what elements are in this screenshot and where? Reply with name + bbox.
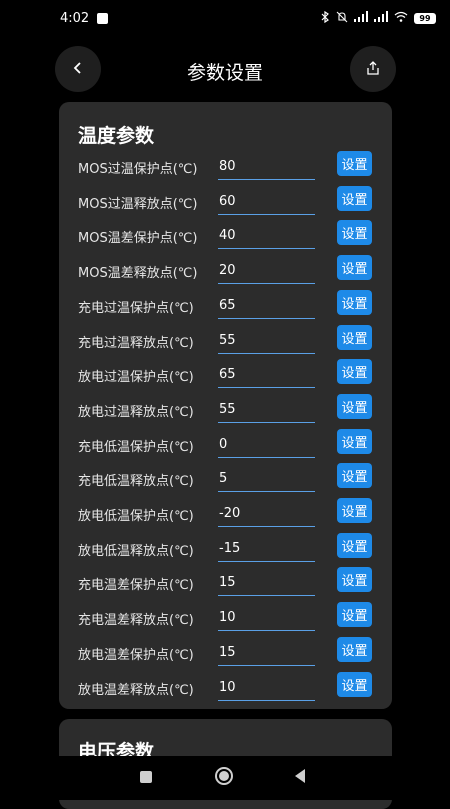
mute-bell-icon <box>336 11 348 26</box>
set-button[interactable]: 设置 <box>337 567 372 593</box>
param-label: 放电温差保护点(℃) <box>78 647 194 663</box>
square-icon <box>139 769 153 788</box>
signal-icon <box>354 11 368 25</box>
set-button[interactable]: 设置 <box>337 151 372 176</box>
param-label: 放电温差释放点(℃) <box>78 682 194 698</box>
share-icon <box>366 60 380 79</box>
nav-back-button[interactable] <box>290 768 310 788</box>
param-value-input[interactable] <box>218 466 315 493</box>
param-value-input[interactable] <box>218 362 315 389</box>
param-label: MOS温差保护点(℃) <box>78 231 198 247</box>
share-button[interactable] <box>350 46 396 92</box>
set-button[interactable]: 设置 <box>337 498 372 523</box>
param-label: 放电过温释放点(℃) <box>78 404 194 420</box>
param-row: 放电温差释放点(℃) 设置 <box>59 671 392 705</box>
set-button[interactable]: 设置 <box>337 671 372 697</box>
notification-icon <box>97 12 109 24</box>
param-value-input[interactable] <box>218 639 315 666</box>
param-value-input[interactable] <box>218 674 315 701</box>
param-label: 放电过温保护点(℃) <box>78 370 194 386</box>
set-button[interactable]: 设置 <box>337 463 372 489</box>
param-row: 充电低温保护点(℃) 设置 <box>59 428 392 462</box>
param-label: 充电温差保护点(℃) <box>78 578 194 594</box>
param-row: 放电温差保护点(℃) 设置 <box>59 636 392 670</box>
param-value-input[interactable] <box>218 396 315 423</box>
param-row: 放电低温保护点(℃) 设置 <box>59 497 392 531</box>
temperature-card: 温度参数 MOS过温保护点(℃)设置MOS过温释放点(℃)设置MOS温差保护点(… <box>59 102 392 709</box>
param-value-input[interactable] <box>218 431 315 458</box>
set-button[interactable]: 设置 <box>337 532 372 558</box>
param-row: 充电温差保护点(℃) 设置 <box>59 566 392 600</box>
set-button[interactable]: 设置 <box>337 428 372 454</box>
param-row: 充电温差释放点(℃) 设置 <box>59 601 392 635</box>
param-label: 充电过温释放点(℃) <box>78 335 194 351</box>
param-label: 充电温差释放点(℃) <box>78 613 194 629</box>
param-row: MOS过温释放点(℃) 设置 <box>59 185 392 219</box>
set-button[interactable]: 设置 <box>337 255 372 281</box>
battery-icon: 99 <box>414 12 436 24</box>
set-button[interactable]: 设置 <box>337 359 372 385</box>
status-time: 4:02 <box>60 10 90 26</box>
home-button[interactable] <box>214 766 234 790</box>
param-value-input[interactable] <box>218 327 315 354</box>
set-button[interactable]: 设置 <box>337 636 372 662</box>
param-row: 放电过温释放点(℃) 设置 <box>59 393 392 427</box>
param-label: MOS过温释放点(℃) <box>78 196 198 212</box>
triangle-back-icon <box>293 768 307 788</box>
param-row: 充电低温释放点(℃) 设置 <box>59 462 392 496</box>
status-right: 99 <box>320 10 436 26</box>
param-value-input[interactable] <box>218 258 315 285</box>
param-value-input[interactable] <box>218 570 315 597</box>
status-bar: 4:02 99 <box>0 0 450 36</box>
status-left: 4:02 <box>60 10 109 26</box>
set-button[interactable]: 设置 <box>337 220 372 246</box>
param-value-input[interactable] <box>218 154 315 180</box>
set-button[interactable]: 设置 <box>337 393 372 419</box>
param-row: 放电过温保护点(℃) 设置 <box>59 358 392 392</box>
param-row: MOS温差保护点(℃) 设置 <box>59 219 392 253</box>
param-value-input[interactable] <box>218 292 315 319</box>
param-value-input[interactable] <box>218 188 315 215</box>
param-row: 充电过温释放点(℃) 设置 <box>59 324 392 358</box>
header: 参数设置 <box>0 46 450 92</box>
set-button[interactable]: 设置 <box>337 289 372 315</box>
section-title: 温度参数 <box>78 125 155 147</box>
nav-bar <box>0 756 450 800</box>
param-row: MOS温差释放点(℃) 设置 <box>59 254 392 288</box>
wifi-icon <box>394 11 408 25</box>
param-label: MOS温差释放点(℃) <box>78 266 198 282</box>
param-label: 充电低温保护点(℃) <box>78 439 194 455</box>
param-label: MOS过温保护点(℃) <box>78 162 198 177</box>
bluetooth-icon <box>320 10 330 26</box>
param-value-input[interactable] <box>218 605 315 632</box>
set-button[interactable]: 设置 <box>337 324 372 350</box>
set-button[interactable]: 设置 <box>337 602 372 628</box>
param-label: 放电低温释放点(℃) <box>78 543 194 559</box>
signal-icon-2 <box>374 11 388 25</box>
param-value-input[interactable] <box>218 223 315 250</box>
set-button[interactable]: 设置 <box>337 185 372 211</box>
param-label: 充电低温释放点(℃) <box>78 474 194 490</box>
param-value-input[interactable] <box>218 501 315 527</box>
param-row: MOS过温保护点(℃) 设置 <box>59 150 392 184</box>
param-label: 放电低温保护点(℃) <box>78 509 194 524</box>
recents-button[interactable] <box>136 768 156 788</box>
param-row: 放电低温释放点(℃) 设置 <box>59 532 392 566</box>
param-row: 充电过温保护点(℃) 设置 <box>59 289 392 323</box>
home-circle-icon <box>214 766 234 790</box>
param-label: 充电过温保护点(℃) <box>78 300 194 316</box>
param-value-input[interactable] <box>218 535 315 562</box>
